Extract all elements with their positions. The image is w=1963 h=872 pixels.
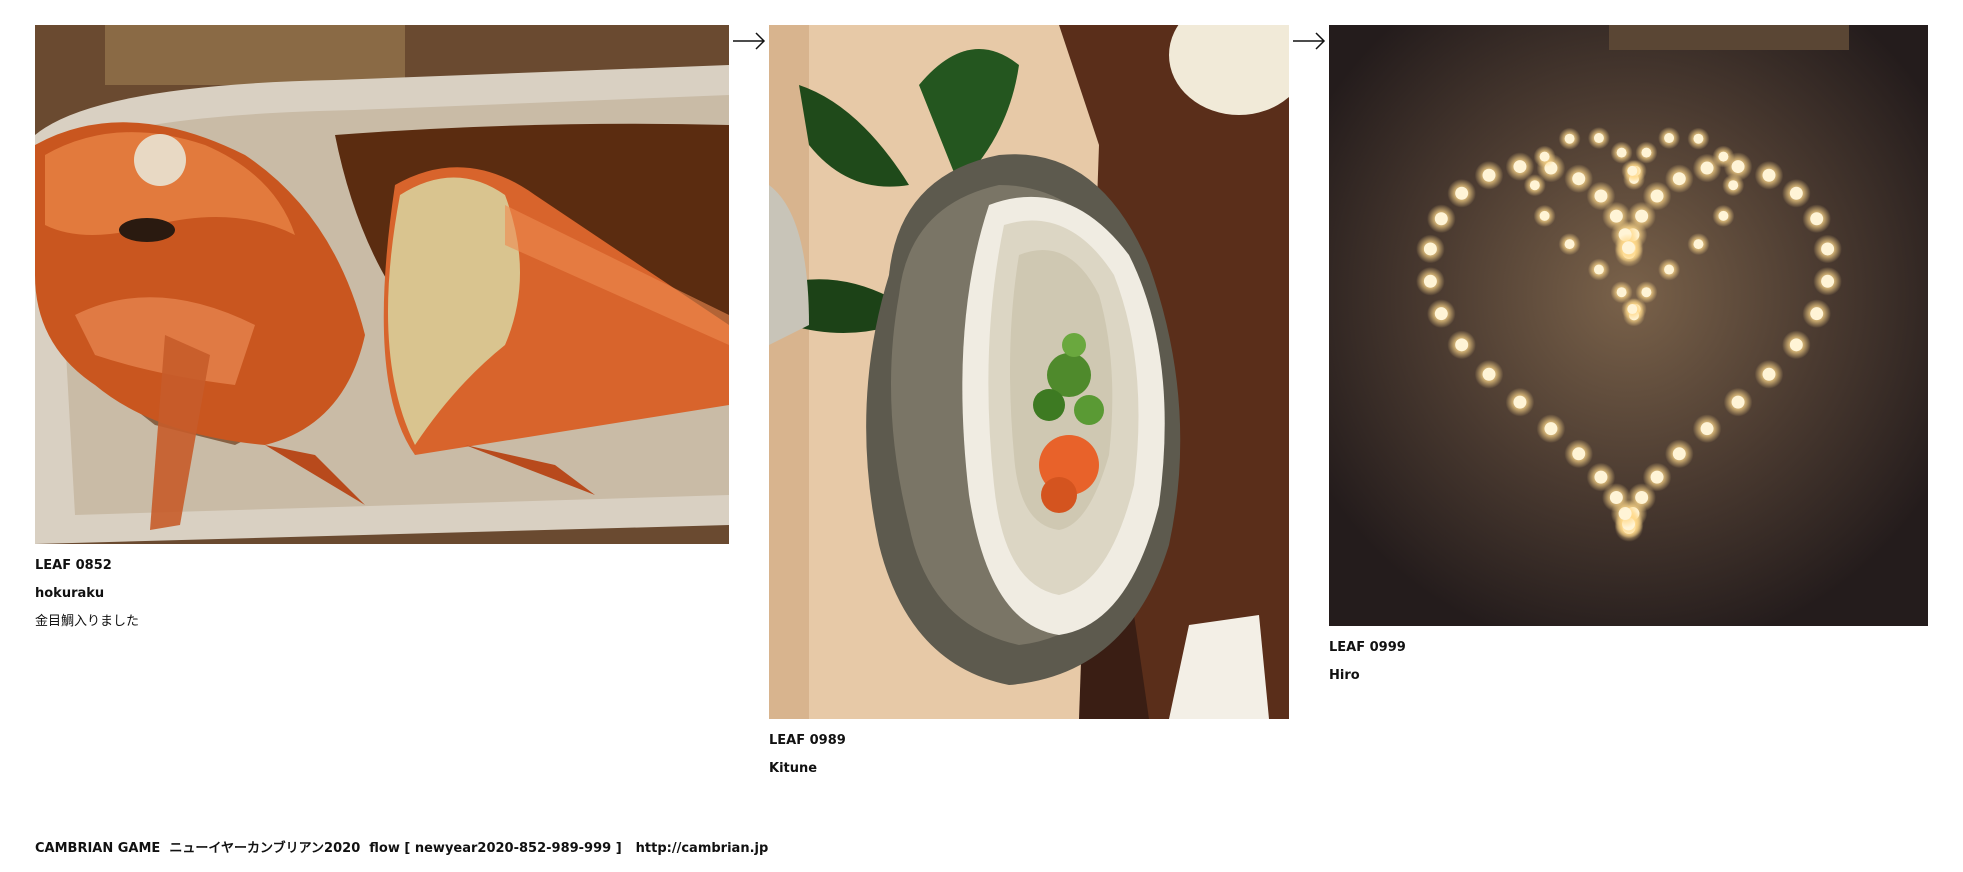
leaf-caption-0852: LEAF 0852 hokuraku 金目鯛入りました [35,552,729,636]
leaf-photo-0999[interactable] [1329,25,1928,626]
leaf-author[interactable]: hokuraku [35,580,729,608]
oyster-image [769,25,1289,719]
leaf-number[interactable]: LEAF 0999 [1329,634,1928,662]
footer: CAMBRIAN GAME ニューイヤーカンブリアン2020 flow [ ne… [35,837,768,856]
leaf-photo-0989[interactable] [769,25,1289,719]
leaf-card-0999: LEAF 0999 Hiro [1329,25,1928,690]
footer-link[interactable]: http://cambrian.jp [636,841,769,856]
footer-flow-text[interactable]: CAMBRIAN GAME ニューイヤーカンブリアン2020 flow [ ne… [35,841,622,856]
flow-page: LEAF 0852 hokuraku 金目鯛入りました LEAF 0989 Ki… [0,0,1963,872]
leaf-number[interactable]: LEAF 0852 [35,552,729,580]
leaf-author[interactable]: Hiro [1329,662,1928,690]
arrow-right-icon [733,32,766,50]
arrow-right-icon [1293,32,1326,50]
leaf-card-0989: LEAF 0989 Kitune [769,25,1289,783]
leaf-number[interactable]: LEAF 0989 [769,727,1289,755]
candle-heart-image [1329,25,1928,626]
leaf-photo-0852[interactable] [35,25,729,544]
leaf-card-0852: LEAF 0852 hokuraku 金目鯛入りました [35,25,729,636]
leaf-caption-0989: LEAF 0989 Kitune [769,727,1289,783]
leaf-caption-0999: LEAF 0999 Hiro [1329,634,1928,690]
leaf-author[interactable]: Kitune [769,755,1289,783]
leaf-comment: 金目鯛入りました [35,614,140,629]
kinmedai-fish-image [35,25,729,544]
